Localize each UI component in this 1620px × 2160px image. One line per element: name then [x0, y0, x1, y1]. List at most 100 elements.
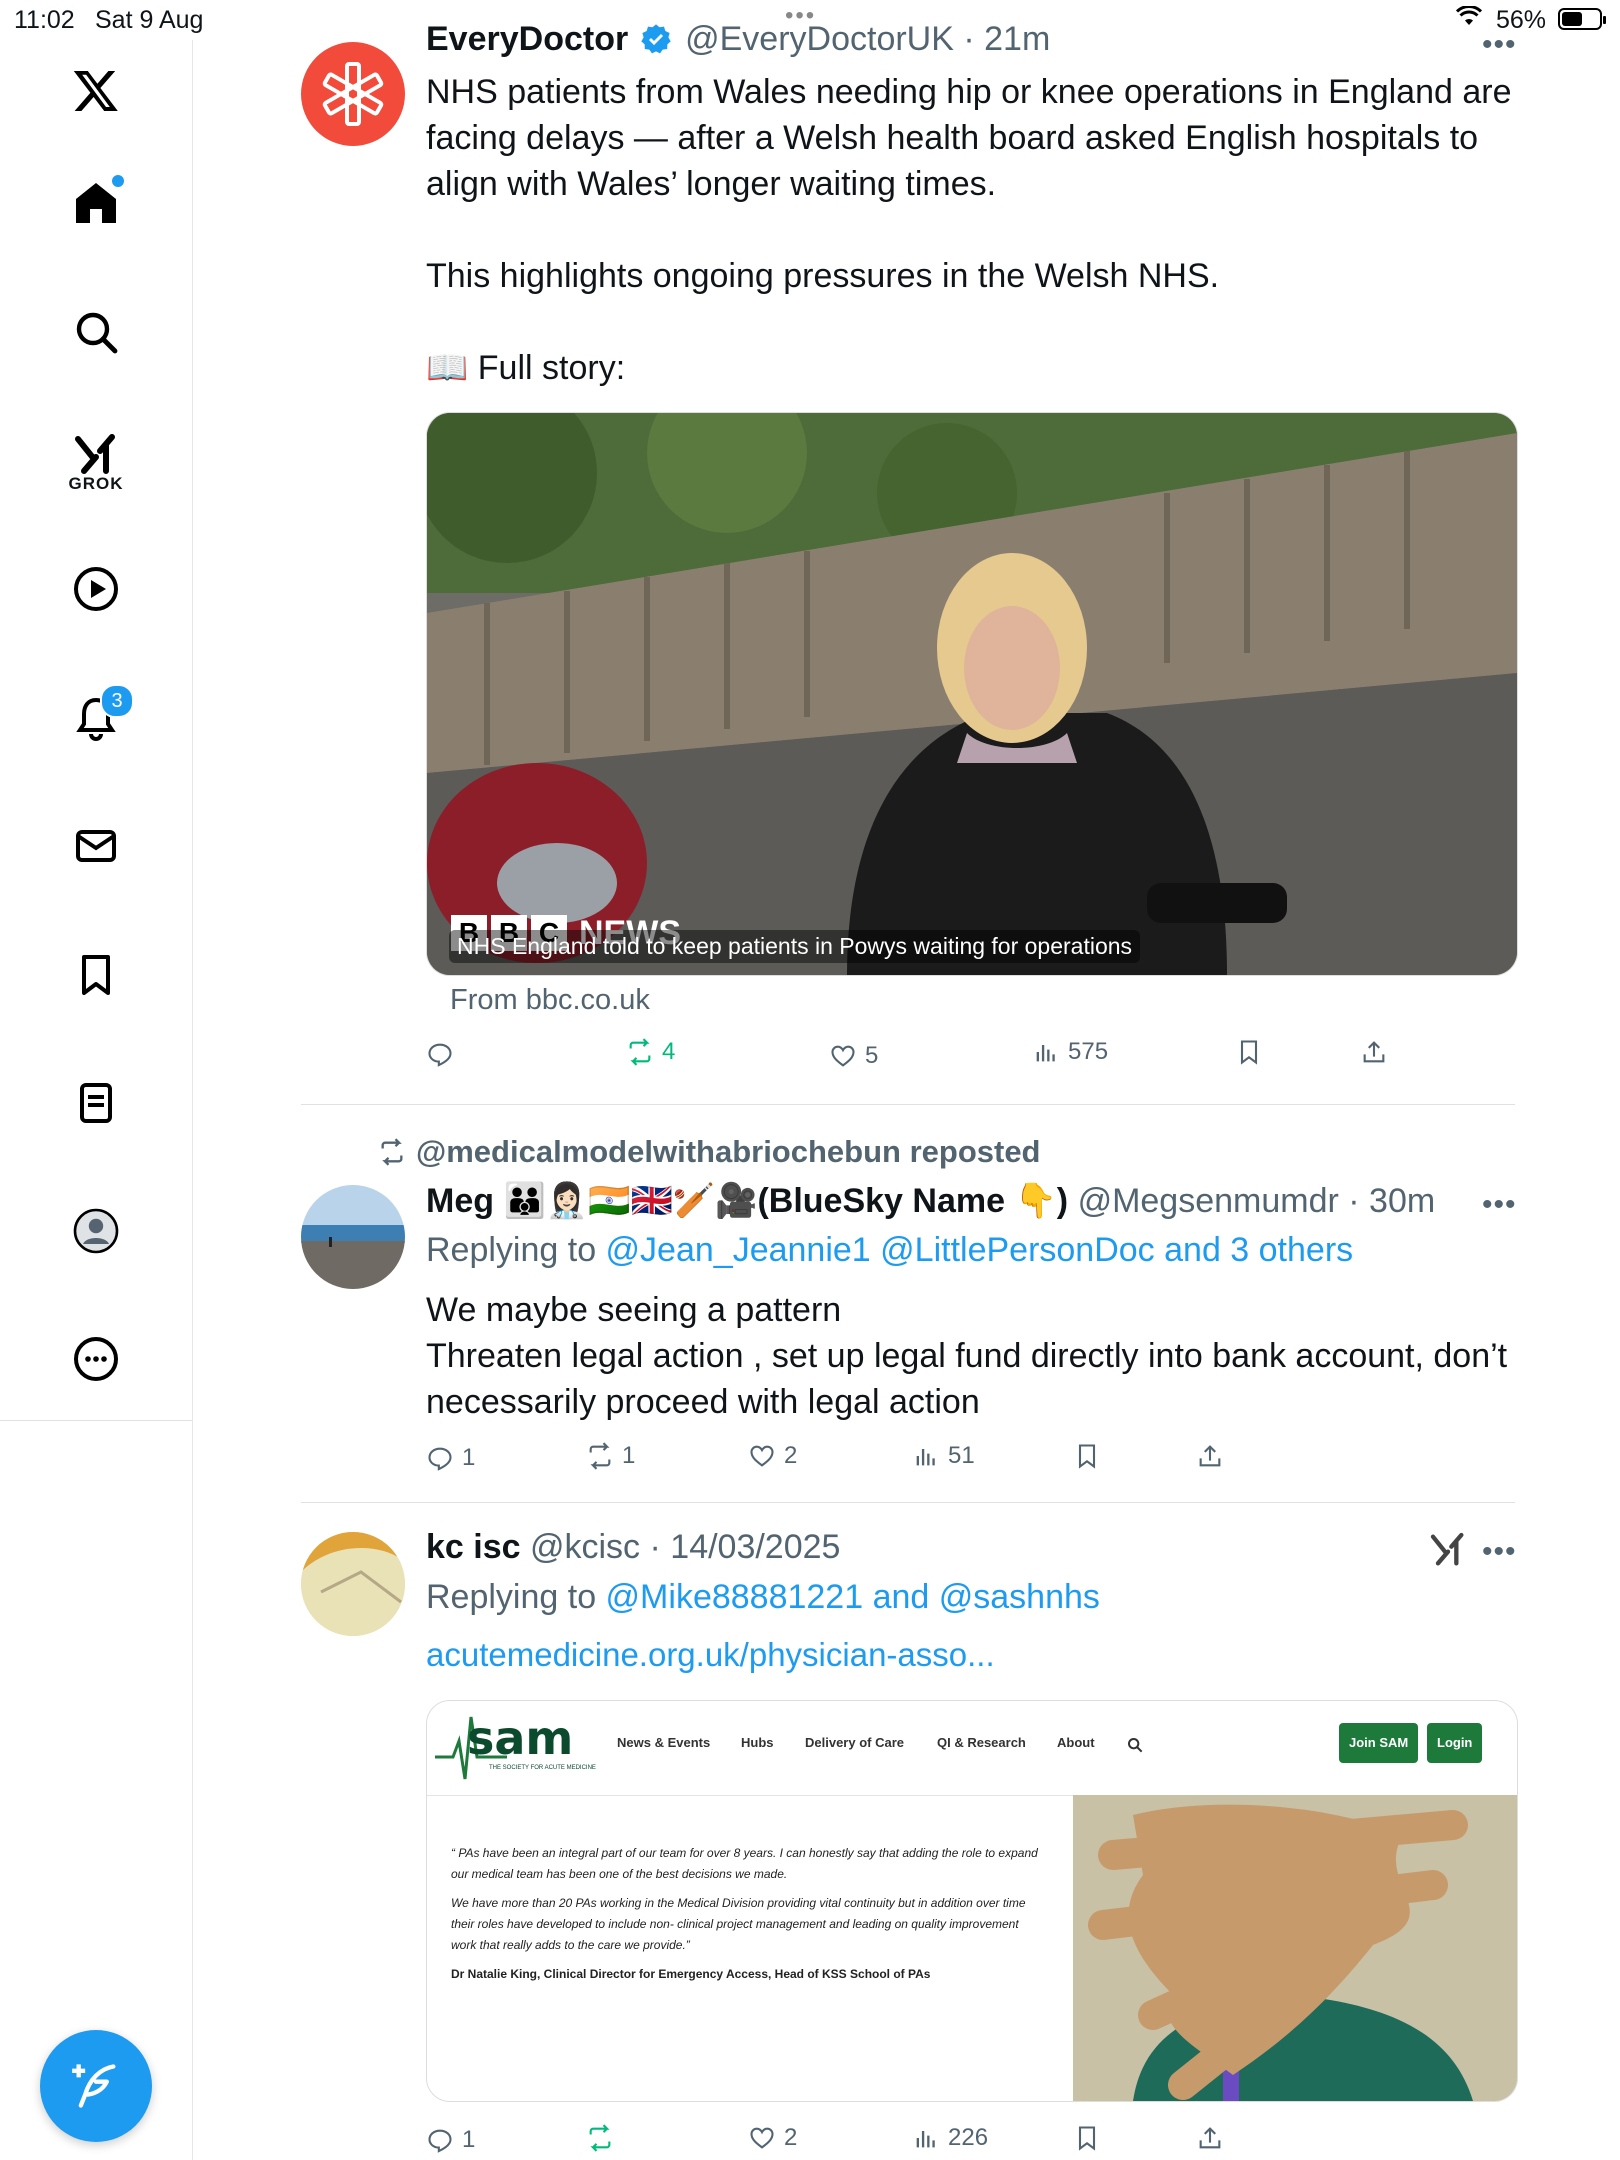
replying-to-line: Replying to @Jean_Jeannie1 @LittlePerson…	[426, 1231, 1353, 1270]
sam-quote-paragraph: We have more than 20 PAs working in the …	[451, 1896, 1026, 1952]
sam-website-screenshot[interactable]: sam THE SOCIETY FOR ACUTE MEDICINE News …	[426, 1700, 1518, 2102]
tweet-header: Meg 👪👩🏻‍⚕️🇮🇳🇬🇧🏏🎥(BlueSky Name 👇) @Megsen…	[426, 1181, 1435, 1221]
display-name[interactable]: kc isc	[426, 1528, 521, 1566]
display-name[interactable]: EveryDoctor	[426, 20, 628, 58]
repost-icon	[381, 1138, 403, 1166]
medical-star-logo-icon	[322, 62, 384, 126]
replying-to-links[interactable]: @Mike88881221 and @sashnhs	[606, 1578, 1100, 1616]
news-photo-woman-motorcycle	[427, 413, 1517, 975]
tweet-divider	[301, 1502, 1515, 1503]
tweet-text: We maybe seeing a pattern Threaten legal…	[426, 1291, 1508, 1421]
bookmark-button[interactable]	[1073, 1442, 1101, 1470]
beach-photo-avatar	[301, 1185, 405, 1289]
more-options-button[interactable]: •••	[1482, 1535, 1517, 1569]
grok-explain-icon[interactable]	[1428, 1530, 1468, 1570]
reply-button[interactable]	[426, 1040, 462, 1068]
repost-count: 1	[622, 1442, 636, 1469]
bookmark-button[interactable]	[1073, 2124, 1101, 2152]
lists-icon[interactable]	[66, 1073, 126, 1133]
repost-count: 4	[662, 1038, 676, 1065]
profile-avatar-icon[interactable]	[66, 1201, 126, 1261]
sam-quote-signature: Dr Natalie King, Clinical Director for E…	[451, 1967, 931, 1981]
card-source[interactable]: From bbc.co.uk	[450, 984, 650, 1017]
reply-icon	[428, 2129, 452, 2153]
repost-button[interactable]: 1	[586, 1442, 635, 1470]
like-button[interactable]: 2	[748, 2124, 797, 2152]
repost-icon	[589, 1442, 611, 1470]
video-play-icon[interactable]	[66, 559, 126, 619]
avatar-kcisc[interactable]	[301, 1532, 405, 1636]
status-time: 11:02	[14, 6, 75, 34]
sam-menu-item: About	[1057, 1735, 1095, 1750]
display-name[interactable]: Meg 👪👩🏻‍⚕️🇮🇳🇬🇧🏏🎥(BlueSky Name 👇)	[426, 1182, 1068, 1220]
heart-icon	[750, 1445, 774, 1467]
avatar-everydoctor[interactable]	[301, 42, 405, 146]
like-count: 2	[784, 2124, 798, 2151]
search-icon[interactable]	[66, 302, 126, 362]
sam-menu-item: Hubs	[741, 1735, 774, 1750]
heart-icon	[831, 1045, 855, 1067]
reply-button[interactable]: 1	[426, 1444, 475, 1472]
messages-envelope-icon[interactable]	[66, 816, 126, 876]
more-options-button[interactable]: •••	[1482, 1188, 1517, 1222]
sam-nav-bar: sam THE SOCIETY FOR ACUTE MEDICINE News …	[427, 1701, 1517, 1796]
avatar-meg[interactable]	[301, 1185, 405, 1289]
more-options-button[interactable]: •••	[1482, 28, 1517, 62]
link-preview-card[interactable]: B B C NEWS NHS England told to keep patient…	[426, 412, 1518, 976]
sam-quote-paragraph: “ PAs have been an integral part of our …	[451, 1846, 1038, 1881]
sam-logo-subtitle: THE SOCIETY FOR ACUTE MEDICINE	[489, 1765, 596, 1771]
sidebar-divider	[0, 1420, 192, 1421]
handle[interactable]: @EveryDoctorUK	[685, 20, 954, 58]
verified-badge-icon	[640, 24, 671, 54]
bookmark-icon	[1078, 1444, 1096, 1469]
analytics-bars-icon	[916, 2131, 935, 2148]
like-button[interactable]: 5	[829, 1042, 878, 1070]
bookmark-button[interactable]	[1235, 1038, 1263, 1066]
tweet-url-link[interactable]: acutemedicine.org.uk/physician-asso...	[426, 1636, 995, 1674]
separator-dot: ·	[953, 20, 985, 58]
timestamp[interactable]: 21m	[984, 20, 1050, 58]
reply-count: 1	[462, 2126, 476, 2153]
more-options-icon[interactable]	[66, 1329, 126, 1389]
x-logo-icon[interactable]	[66, 60, 126, 120]
share-button[interactable]	[1360, 1038, 1388, 1066]
tweet-header: kc isc @kcisc · 14/03/2025	[426, 1528, 840, 1567]
bookmarks-icon[interactable]	[66, 945, 126, 1005]
share-upload-icon	[1199, 2127, 1221, 2149]
view-count: 51	[948, 1442, 975, 1469]
share-button[interactable]	[1196, 2124, 1224, 2152]
tweet-divider	[301, 1104, 1515, 1105]
sam-login-button: Login	[1427, 1723, 1483, 1763]
wifi-icon	[1455, 5, 1483, 32]
umbrella-photo-avatar	[301, 1532, 405, 1636]
like-count: 2	[784, 1442, 798, 1469]
views-button[interactable]: 226	[912, 2124, 988, 2152]
home-icon[interactable]	[66, 173, 126, 233]
reply-button[interactable]: 1	[426, 2126, 475, 2154]
repost-icon	[629, 1038, 651, 1066]
notifications-bell-icon[interactable]: 3	[66, 684, 134, 748]
sam-menu-item: News & Events	[617, 1735, 711, 1750]
repost-icon	[589, 2124, 611, 2152]
repost-button[interactable]: 4	[626, 1038, 675, 1066]
views-button[interactable]: 575	[1032, 1038, 1108, 1066]
views-button[interactable]: 51	[912, 1442, 975, 1470]
share-button[interactable]	[1196, 1442, 1224, 1470]
replying-to-links[interactable]: @Jean_Jeannie1 @LittlePersonDoc and 3 ot…	[606, 1231, 1354, 1269]
reply-icon	[428, 1043, 452, 1067]
like-button[interactable]: 2	[748, 1442, 797, 1470]
timestamp[interactable]: 14/03/2025	[670, 1528, 840, 1566]
separator-dot: ·	[1338, 1182, 1370, 1220]
replying-to-line: Replying to @Mike88881221 and @sashnhs	[426, 1578, 1100, 1617]
view-count: 575	[1068, 1038, 1109, 1065]
sam-menu-item: QI & Research	[937, 1735, 1026, 1750]
reposted-by-text[interactable]: @medicalmodelwithabriochebun reposted	[416, 1134, 1041, 1169]
handle[interactable]: @kcisc	[530, 1528, 640, 1566]
handle[interactable]: @Megsenmumdr	[1078, 1182, 1339, 1220]
like-count: 5	[865, 1042, 879, 1069]
home-unread-dot	[112, 175, 124, 187]
compose-post-button[interactable]	[40, 2030, 152, 2142]
repost-button[interactable]	[586, 2124, 622, 2152]
bookmark-icon	[1078, 2126, 1096, 2151]
timestamp[interactable]: 30m	[1369, 1182, 1435, 1220]
